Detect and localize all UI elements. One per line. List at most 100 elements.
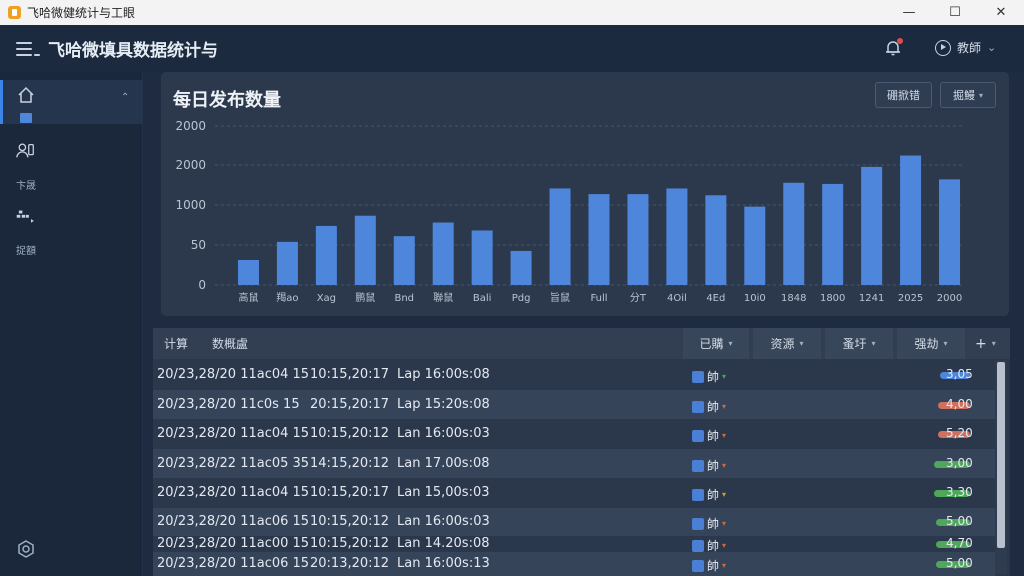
tab-calc[interactable]: 计算 — [164, 328, 188, 359]
x-tick-label: 旨鼠 — [550, 291, 570, 304]
bar[interactable] — [432, 222, 454, 285]
trend-arrow-icon: ▾ — [722, 461, 727, 470]
tag-icon — [692, 517, 704, 530]
add-column-button[interactable]: + ▾ — [975, 328, 996, 359]
column-header-1[interactable]: 已購 ▾ — [683, 328, 749, 359]
table-scrollbar[interactable] — [995, 360, 1007, 574]
sidebar-item-users[interactable]: 卞晟 — [0, 140, 143, 192]
column-header-4[interactable]: 强劫 ▾ — [897, 328, 965, 359]
row-tag: 帥 ▾ — [692, 557, 726, 574]
row-duration: Lan 16:00s:03 — [397, 514, 490, 529]
tag-icon — [692, 370, 704, 383]
close-button[interactable]: ✕ — [978, 0, 1024, 25]
row-time-range: 20:13,20:12 — [310, 556, 390, 571]
bar[interactable] — [939, 179, 961, 285]
notification-dot — [897, 38, 903, 44]
bar[interactable] — [666, 188, 688, 285]
table-row[interactable]: 20/23,28/20 11ac06 15 20:13,20:12 Lan 16:0… — [153, 552, 995, 576]
x-tick-label: Bali — [473, 293, 492, 304]
user-menu[interactable]: 教師 ⌄ — [935, 39, 996, 56]
bar[interactable] — [744, 206, 766, 285]
window-controls: — ☐ ✕ — [886, 0, 1024, 25]
tab-data[interactable]: 数概盧 — [212, 328, 248, 359]
table-row[interactable]: 20/23,28/20 11c0s 15 20:15,20:17 Lap 15:20… — [153, 390, 995, 419]
bar[interactable] — [471, 230, 493, 285]
x-tick-label: 聯鼠 — [433, 291, 453, 304]
scrollbar-thumb[interactable] — [997, 362, 1005, 548]
column-header-2[interactable]: 资源 ▾ — [753, 328, 821, 359]
bar[interactable] — [393, 236, 415, 285]
sidebar-item-label: 捉額 — [16, 246, 36, 257]
bar[interactable] — [354, 215, 376, 285]
row-tag: 帥 ▾ — [692, 515, 726, 532]
chevron-down-icon: ▾ — [871, 339, 876, 348]
row-value: 3,30 — [946, 485, 973, 499]
chart-card: 每日发布数量 硼掀错 掘鰻 ▾ 0 50 1000 2000 2000 高鼠 羯ao Xag 鹏… — [161, 72, 1009, 316]
x-tick-label: 羯ao — [276, 291, 298, 304]
x-tick-label: Bnd — [394, 293, 414, 304]
bar[interactable] — [900, 155, 922, 285]
bar[interactable] — [588, 194, 610, 285]
chevron-down-icon: ▾ — [991, 339, 996, 348]
chevron-down-icon: ▾ — [943, 339, 948, 348]
table-row[interactable]: 20/23,28/20 11ac06 15 10:15,20:12 Lan 16:0… — [153, 508, 995, 536]
sidebar-item-home[interactable]: ⌃ — [0, 80, 143, 124]
minimize-button[interactable]: — — [886, 0, 932, 25]
row-time-range: 10:15,20:17 — [310, 367, 390, 382]
chevron-down-icon: ⌄ — [987, 41, 997, 54]
table-row[interactable]: 20/23,28/20 11ac00 15 10:15,20:12 Lan 14.2… — [153, 536, 995, 553]
collapse-chevron-icon[interactable]: ⌃ — [121, 92, 129, 103]
row-value: 5,00 — [946, 514, 973, 528]
row-datetime: 20/23,28/20 11ac04 15 — [157, 367, 310, 382]
x-tick-label: Full — [590, 293, 607, 304]
x-tick-label: 高鼠 — [238, 291, 258, 304]
bar[interactable] — [549, 188, 571, 285]
table-row[interactable]: 20/23,28/20 11ac04 15 10:15,20:12 Lan 16:0… — [153, 419, 995, 449]
table-row[interactable]: 20/23,28/20 11ac04 15 10:15,20:17 Lan 15,0… — [153, 478, 995, 508]
notification-bell-icon[interactable] — [884, 38, 903, 57]
x-tick-label: 2000 — [937, 293, 962, 304]
sidebar-item-data[interactable]: 捉額 — [0, 204, 143, 257]
tag-icon — [692, 559, 704, 572]
chevron-down-icon: ▾ — [799, 339, 804, 348]
row-datetime: 20/23,28/20 11ac00 15 — [157, 536, 310, 551]
table-row[interactable]: 20/23,28/22 11ac05 35 14:15,20:12 Lan 17.0… — [153, 449, 995, 478]
row-time-range: 10:15,20:17 — [310, 485, 390, 500]
hamburger-menu-icon[interactable] — [16, 41, 40, 57]
column-header-3[interactable]: 蚤圩 ▾ — [825, 328, 893, 359]
settings-icon[interactable] — [17, 540, 35, 558]
tag-icon — [692, 429, 704, 442]
maximize-button[interactable]: ☐ — [932, 0, 978, 25]
y-tick-label: 1000 — [175, 198, 206, 212]
bar[interactable] — [783, 182, 805, 285]
sidebar-item-label: 卞晟 — [16, 181, 36, 192]
bar[interactable] — [627, 194, 649, 285]
tag-icon — [692, 459, 704, 472]
row-duration: Lap 15:20s:08 — [397, 397, 490, 412]
row-duration: Lan 15,00s:03 — [397, 485, 490, 500]
row-duration: Lan 17.00s:08 — [397, 456, 490, 471]
row-time-range: 10:15,20:12 — [310, 514, 390, 529]
y-tick-label: 2000 — [175, 158, 206, 172]
bar[interactable] — [705, 195, 727, 285]
column-label: 蚤圩 — [842, 337, 867, 351]
table-row[interactable]: 20/23,28/20 11ac04 15 10:15,20:17 Lap 16:0… — [153, 360, 995, 390]
bar[interactable] — [276, 241, 298, 285]
bar[interactable] — [510, 250, 532, 285]
row-time-range: 10:15,20:12 — [310, 426, 390, 441]
tag-icon — [692, 539, 704, 552]
trend-arrow-icon: ▾ — [722, 561, 727, 570]
bar[interactable] — [861, 166, 883, 285]
home-icon — [18, 86, 34, 103]
window-titlebar: 飞哈微健统计与工眼 — ☐ ✕ — [0, 0, 1024, 25]
bar[interactable] — [315, 225, 337, 285]
column-label: 强劫 — [914, 337, 939, 351]
row-time-range: 14:15,20:12 — [310, 456, 390, 471]
bar[interactable] — [237, 260, 259, 285]
column-label: 资源 — [770, 337, 795, 351]
trend-arrow-icon: ▾ — [722, 541, 727, 550]
plus-icon: + — [975, 335, 987, 352]
row-datetime: 20/23,28/20 11ac06 15 — [157, 514, 310, 529]
x-tick-label: 1241 — [859, 293, 884, 304]
bar[interactable] — [822, 183, 844, 285]
